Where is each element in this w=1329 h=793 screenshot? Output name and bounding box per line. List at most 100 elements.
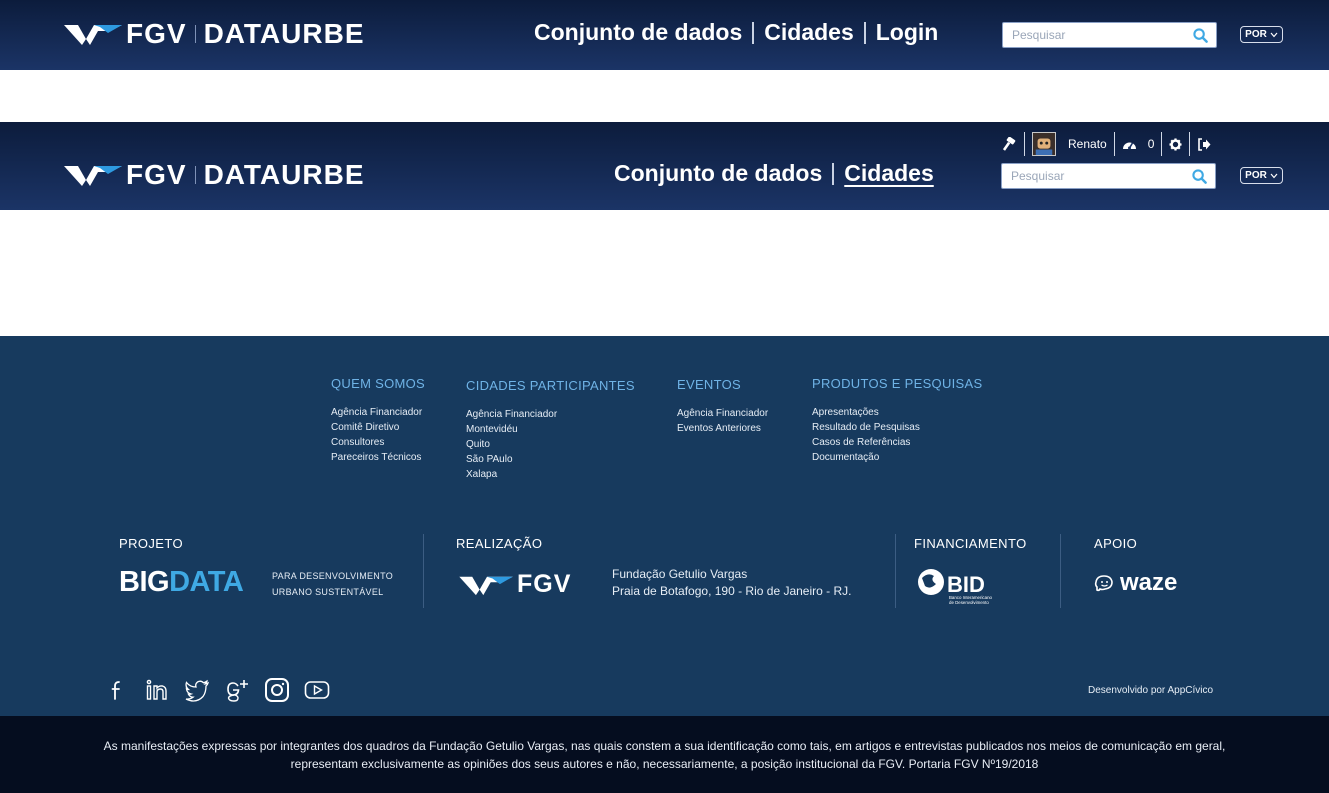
fgv-street: Praia de Botafogo, 190 - Rio de Janeiro … (612, 584, 852, 598)
bigdata-tagline: PARA DESENVOLVIMENTO URBANO SUSTENTÁVEL (272, 568, 393, 600)
main-nav-logged-in: Conjunto de dados Cidades (614, 160, 934, 187)
disclaimer-text: As manifestações expressas por integrant… (103, 739, 1226, 771)
fgv-dataurbe-logo[interactable]: FGV DATAURBE (64, 18, 365, 50)
footer-column-eventos: EVENTOS Agência Financiador Eventos Ante… (677, 377, 768, 436)
nav-login[interactable]: Login (876, 19, 939, 46)
fgv-footer-logo[interactable]: FGV (459, 570, 571, 599)
search-input[interactable] (1002, 165, 1182, 187)
footer-link[interactable]: Xalapa (466, 467, 635, 482)
user-toolbar: Renato 0 (996, 130, 1218, 158)
bigdata-logo-data: DATA (169, 566, 244, 598)
footer-link[interactable]: Consultores (331, 435, 425, 450)
site-footer: QUEM SOMOS Agência Financiador Comitê Di… (0, 336, 1329, 716)
search-input[interactable] (1003, 24, 1183, 46)
footer-link[interactable]: Casos de Referências (812, 435, 982, 450)
footer-column-produtos: PRODUTOS E PESQUISAS Apresentações Resul… (812, 376, 982, 465)
language-label: POR (1245, 29, 1267, 40)
nav-conjunto-de-dados[interactable]: Conjunto de dados (534, 19, 742, 46)
search-box-header1 (1002, 22, 1217, 48)
dataurbe-wordmark: DATAURBE (203, 159, 365, 190)
language-selector[interactable]: POR (1240, 26, 1283, 43)
twitter-icon[interactable] (184, 677, 210, 703)
youtube-icon[interactable] (304, 677, 330, 703)
footer-column-title: PRODUTOS E PESQUISAS (812, 376, 983, 391)
nav-divider (752, 21, 755, 44)
developed-by-link[interactable]: Desenvolvido por AppCívico (1088, 685, 1213, 696)
page: FGV DATAURBE Conjunto de dados Cidades L… (0, 0, 1329, 793)
partner-divider (1060, 534, 1061, 608)
fgv-wordmark: FGV (126, 18, 187, 49)
footer-column-title: EVENTOS (677, 377, 741, 392)
waze-logo[interactable]: waze (1094, 569, 1177, 597)
facebook-icon[interactable] (104, 677, 130, 703)
bigdata-tagline-line2: URBANO SUSTENTÁVEL (272, 587, 384, 597)
admin-tools-button[interactable] (996, 132, 1024, 156)
bid-logo[interactable]: BID Banco Interamericano de Desenvolvime… (916, 568, 1006, 606)
partner-divider (895, 534, 896, 608)
footer-link[interactable]: Agência Financiador (677, 406, 768, 421)
nav-cidades[interactable]: Cidades (764, 19, 853, 46)
bigdata-logo-big: BIG (119, 566, 170, 598)
footer-link[interactable]: Documentação (812, 450, 982, 465)
footer-link[interactable]: São PAulo (466, 452, 635, 467)
fgv-logo-mark-icon (64, 25, 122, 45)
legal-disclaimer: As manifestações expressas por integrant… (0, 716, 1329, 793)
logout-button[interactable] (1190, 132, 1218, 156)
fgv-wordmark: FGV (126, 159, 187, 190)
bid-subtitle-line2: de Desenvolvimento (949, 600, 989, 605)
projeto-title: PROJETO (119, 536, 183, 551)
linkedin-icon[interactable] (144, 677, 170, 703)
nav-conjunto-de-dados[interactable]: Conjunto de dados (614, 160, 822, 187)
hammer-icon (1003, 137, 1016, 151)
user-name: Renato (1068, 137, 1107, 151)
nav-divider (832, 162, 835, 185)
footer-link[interactable]: Resultado de Pesquisas (812, 420, 982, 435)
instagram-icon[interactable] (264, 677, 290, 703)
footer-link[interactable]: Quito (466, 437, 635, 452)
language-selector[interactable]: POR (1240, 167, 1283, 184)
notification-count: 0 (1147, 137, 1155, 151)
footer-column-cidades: CIDADES PARTICIPANTES Agência Financiado… (466, 378, 635, 482)
dashboard-button[interactable]: 0 (1115, 132, 1162, 156)
nav-cidades-active[interactable]: Cidades (844, 160, 933, 187)
search-icon[interactable] (1193, 28, 1208, 43)
bid-wordmark: BID (947, 572, 985, 597)
fgv-wordmark: FGV (517, 570, 572, 598)
google-plus-icon[interactable] (224, 677, 250, 703)
footer-link[interactable]: Agência Financiador (331, 405, 425, 420)
fgv-logo-mark-icon (64, 166, 122, 186)
footer-link[interactable]: Eventos Anteriores (677, 421, 768, 436)
chevron-down-icon (1270, 173, 1278, 178)
fgv-address: Fundação Getulio Vargas Praia de Botafog… (612, 566, 851, 600)
logo-divider (194, 166, 196, 184)
fgv-logo-mark-icon (459, 576, 513, 595)
search-icon[interactable] (1192, 169, 1207, 184)
dashboard-icon (1122, 142, 1136, 150)
waze-icon (1094, 575, 1113, 592)
search-box-header2 (1001, 163, 1216, 189)
gear-icon (1169, 137, 1182, 151)
realizacao-title: REALIZAÇÃO (456, 536, 543, 551)
fgv-dataurbe-logo[interactable]: FGV DATAURBE (64, 159, 365, 191)
language-label: POR (1245, 170, 1267, 181)
footer-column-title: QUEM SOMOS (331, 376, 426, 391)
social-links (104, 677, 330, 703)
partner-divider (423, 534, 424, 608)
footer-column-title: CIDADES PARTICIPANTES (466, 378, 635, 393)
bigdata-logo[interactable]: BIGDATA (119, 566, 244, 599)
dataurbe-wordmark: DATAURBE (203, 18, 365, 49)
user-menu[interactable]: Renato (1025, 132, 1114, 156)
footer-link[interactable]: Pareceiros Técnicos (331, 450, 425, 465)
chevron-down-icon (1270, 32, 1278, 37)
logout-icon (1198, 137, 1211, 151)
footer-column-quem-somos: QUEM SOMOS Agência Financiador Comitê Di… (331, 376, 425, 465)
footer-link[interactable]: Montevidéu (466, 422, 635, 437)
footer-link[interactable]: Agência Financiador (466, 407, 635, 422)
footer-link[interactable]: Comitê Diretivo (331, 420, 425, 435)
settings-button[interactable] (1162, 132, 1189, 156)
financiamento-title: FINANCIAMENTO (914, 536, 1027, 551)
footer-link[interactable]: Apresentações (812, 405, 982, 420)
logo-divider (194, 25, 196, 43)
waze-wordmark: waze (1120, 569, 1178, 596)
fgv-name: Fundação Getulio Vargas (612, 567, 748, 581)
